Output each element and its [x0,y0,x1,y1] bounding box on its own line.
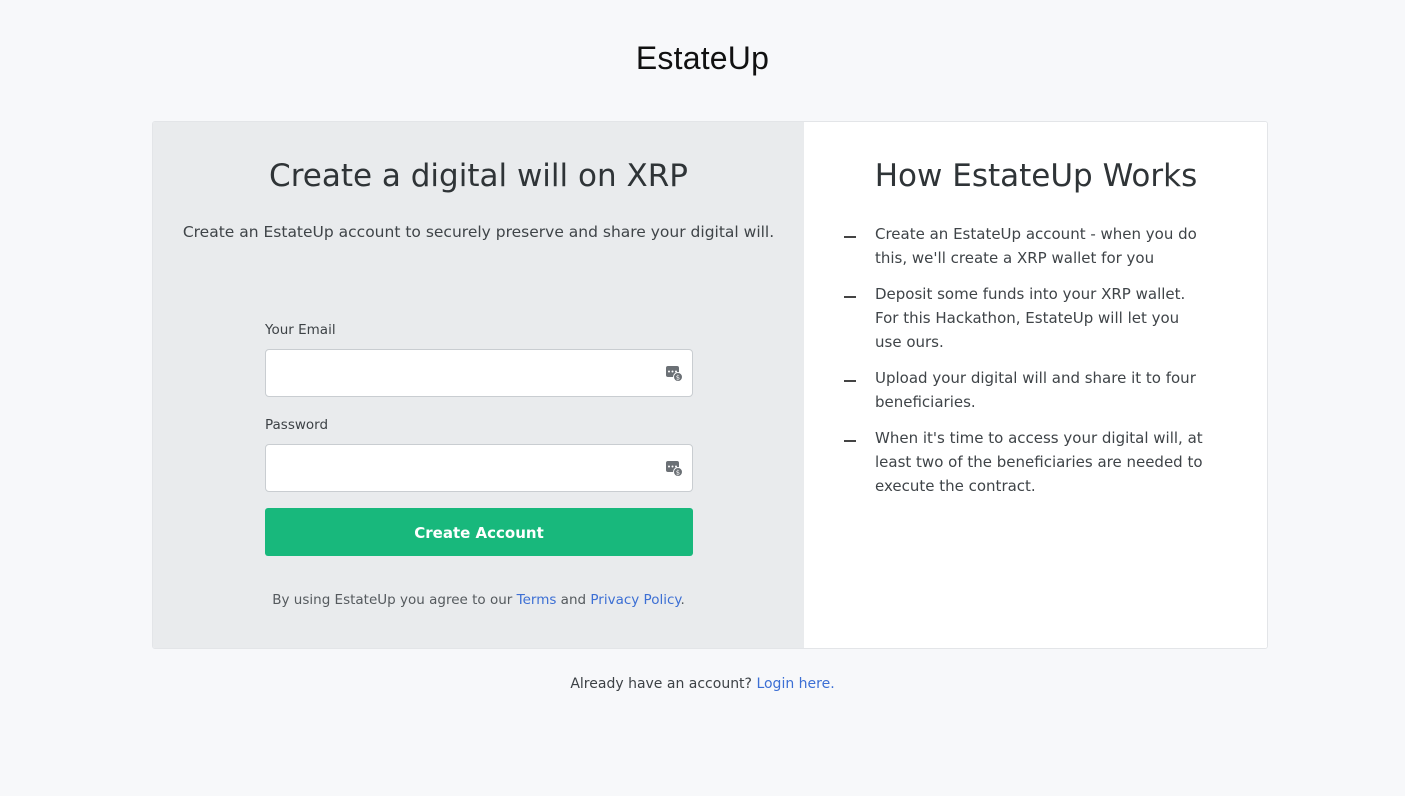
terms-prefix: By using EstateUp you agree to our [272,592,517,608]
svg-text:$: $ [676,374,680,382]
email-field-box: $ [265,349,693,397]
dash-bullet-icon [844,296,856,298]
login-prompt: Already have an account? Login here. [0,676,1405,692]
terms-and: and [556,592,591,608]
login-link[interactable]: Login here. [756,676,834,692]
email-field[interactable] [266,350,674,394]
step-text: Create an EstateUp account - when you do… [875,225,1197,267]
password-field-box: $ [265,444,693,492]
how-it-works-panel: How EstateUp Works Create an EstateUp ac… [804,122,1267,648]
password-manager-icon[interactable]: $ [665,364,683,382]
list-item: When it's time to access your digital wi… [844,426,1204,498]
list-item: Upload your digital will and share it to… [844,366,1204,414]
list-item: Create an EstateUp account - when you do… [844,222,1204,270]
how-it-works-title: How EstateUp Works [874,158,1198,194]
dash-bullet-icon [844,380,856,382]
email-label: Your Email [265,322,336,338]
password-field[interactable] [266,445,674,489]
login-prompt-text: Already have an account? [570,676,757,692]
step-text: Deposit some funds into your XRP wallet.… [875,285,1186,351]
signup-panel: Create a digital will on XRP Create an E… [153,122,804,648]
dash-bullet-icon [844,236,856,238]
step-text: When it's time to access your digital wi… [875,429,1203,495]
terms-link[interactable]: Terms [517,592,557,608]
password-manager-icon[interactable]: $ [665,459,683,477]
signup-card: Create a digital will on XRP Create an E… [152,121,1268,649]
password-label: Password [265,417,329,433]
privacy-policy-link[interactable]: Privacy Policy [590,592,680,608]
signup-subtitle: Create an EstateUp account to securely p… [182,223,775,241]
signup-title: Create a digital will on XRP [269,158,688,194]
create-account-button[interactable]: Create Account [265,508,693,556]
terms-notice: By using EstateUp you agree to our Terms… [153,592,804,608]
svg-text:$: $ [676,469,680,477]
list-item: Deposit some funds into your XRP wallet.… [844,282,1204,354]
steps-list: Create an EstateUp account - when you do… [844,222,1204,510]
brand-logo: EstateUp [635,40,770,76]
terms-suffix: . [680,592,685,608]
dash-bullet-icon [844,440,856,442]
step-text: Upload your digital will and share it to… [875,369,1196,411]
